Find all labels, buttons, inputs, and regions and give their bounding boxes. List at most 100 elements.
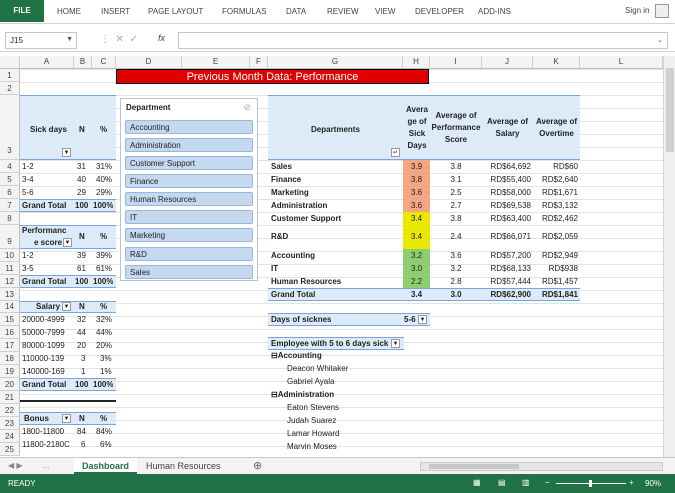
scroll-thumb[interactable] bbox=[666, 68, 674, 152]
row-header[interactable]: 6 bbox=[0, 186, 20, 199]
slicer-item-rnd[interactable]: R&D bbox=[125, 247, 253, 261]
row-header[interactable]: 14 bbox=[0, 301, 20, 313]
tab-formulas[interactable]: FORMULAS bbox=[222, 7, 266, 16]
select-all-corner[interactable] bbox=[0, 56, 20, 69]
col-header-c[interactable]: C bbox=[92, 56, 116, 69]
row-header[interactable]: 13 bbox=[0, 288, 20, 301]
slicer-item-sales[interactable]: Sales bbox=[125, 265, 253, 279]
tab-page-layout[interactable]: PAGE LAYOUT bbox=[148, 7, 203, 16]
filter-dropdown[interactable]: ▼ bbox=[62, 413, 71, 425]
zoom-slider-thumb[interactable] bbox=[589, 480, 592, 487]
row-header[interactable]: 11 bbox=[0, 262, 20, 275]
tab-insert[interactable]: INSERT bbox=[101, 7, 130, 16]
collapse-icon[interactable]: ⊟ bbox=[271, 390, 278, 399]
row-header[interactable]: 23 bbox=[0, 417, 20, 430]
tree-group-administration[interactable]: ⊟Administration bbox=[271, 389, 334, 401]
col-header-k[interactable]: K bbox=[533, 56, 580, 69]
add-sheet-icon[interactable]: ⊕ bbox=[253, 459, 262, 472]
collapse-icon[interactable]: ⊟ bbox=[271, 351, 278, 360]
name-box[interactable]: J15 ▼ bbox=[5, 32, 77, 49]
col-header-i[interactable]: I bbox=[430, 56, 482, 69]
row-header[interactable]: 12 bbox=[0, 275, 20, 288]
tab-human-resources[interactable]: Human Resources bbox=[138, 458, 229, 474]
col-header-h[interactable]: H bbox=[403, 56, 430, 69]
sheet-nav-icons[interactable]: ◀ ▶ bbox=[8, 461, 23, 470]
row-header[interactable]: 19 bbox=[0, 365, 20, 378]
row-header[interactable]: 9 bbox=[0, 225, 20, 249]
row-header[interactable]: 17 bbox=[0, 339, 20, 352]
row-header[interactable]: 24 bbox=[0, 430, 20, 443]
slicer-item-accounting[interactable]: Accounting bbox=[125, 120, 253, 134]
dept-row-overtime: RD$2,949 bbox=[541, 251, 578, 260]
slicer-item-human-resources[interactable]: Human Resources bbox=[125, 192, 253, 206]
department-slicer[interactable]: Department ⊘ Accounting Administration C… bbox=[120, 98, 258, 281]
col-header-g[interactable]: G bbox=[268, 56, 403, 69]
slicer-item-finance[interactable]: Finance bbox=[125, 174, 253, 188]
row-header[interactable]: 25 bbox=[0, 443, 20, 456]
tab-view[interactable]: VIEW bbox=[375, 7, 395, 16]
row-header[interactable]: 20 bbox=[0, 378, 20, 391]
slicer-item-it[interactable]: IT bbox=[125, 210, 253, 224]
filter-dropdown[interactable]: ▼ bbox=[62, 301, 71, 313]
horizontal-scrollbar[interactable] bbox=[420, 462, 663, 471]
col-header-d[interactable]: D bbox=[116, 56, 182, 69]
avg-salary-header: Average of bbox=[486, 117, 529, 126]
tab-dashboard[interactable]: Dashboard bbox=[74, 458, 138, 474]
row-header[interactable]: 21 bbox=[0, 391, 20, 404]
formula-input[interactable]: ⌄ bbox=[178, 32, 668, 49]
filter-dropdown[interactable]: ▼ bbox=[391, 338, 400, 350]
row-header[interactable]: 22 bbox=[0, 404, 20, 417]
row-header[interactable]: 1 bbox=[0, 69, 20, 82]
zoom-out-icon[interactable]: − bbox=[545, 478, 550, 487]
filter-dropdown[interactable]: ▼ bbox=[62, 147, 71, 159]
sick-row-pct: 31% bbox=[96, 162, 113, 171]
grand-total-perf: 3.0 bbox=[450, 290, 462, 299]
col-header-b[interactable]: B bbox=[74, 56, 92, 69]
tab-add-ins[interactable]: ADD-INS bbox=[478, 7, 511, 16]
zoom-level[interactable]: 90% bbox=[645, 479, 661, 488]
file-tab[interactable]: FILE bbox=[0, 0, 44, 22]
page-break-icon[interactable]: ▥ bbox=[522, 478, 530, 487]
tab-data[interactable]: DATA bbox=[286, 7, 306, 16]
dept-row-sick: 3.9 bbox=[410, 162, 423, 171]
filter-dropdown[interactable]: ▼ bbox=[418, 314, 427, 326]
tab-home[interactable]: HOME bbox=[57, 7, 81, 16]
row-header[interactable]: 4 bbox=[0, 160, 20, 173]
tab-review[interactable]: REVIEW bbox=[327, 7, 359, 16]
sick-row-n: 31 bbox=[77, 162, 86, 171]
tab-developer[interactable]: DEVELOPER bbox=[415, 7, 464, 16]
col-header-l[interactable]: L bbox=[580, 56, 663, 69]
zoom-in-icon[interactable]: + bbox=[629, 478, 634, 487]
row-header[interactable]: 18 bbox=[0, 352, 20, 365]
slicer-item-customer-support[interactable]: Customer Support bbox=[125, 156, 253, 170]
normal-view-icon[interactable]: ▦ bbox=[473, 478, 481, 487]
col-header-f[interactable]: F bbox=[250, 56, 268, 69]
sign-in-link[interactable]: Sign in bbox=[625, 6, 649, 15]
vertical-scrollbar[interactable] bbox=[663, 56, 675, 457]
avatar[interactable] bbox=[655, 4, 669, 18]
clear-filter-icon[interactable]: ⊘ bbox=[243, 102, 251, 113]
row-header[interactable]: 3 bbox=[0, 95, 20, 160]
slicer-item-administration[interactable]: Administration bbox=[125, 138, 253, 152]
row-header[interactable]: 7 bbox=[0, 199, 20, 212]
tree-group-accounting[interactable]: ⊟Accounting bbox=[271, 350, 322, 362]
col-header-e[interactable]: E bbox=[182, 56, 250, 69]
scroll-thumb[interactable] bbox=[429, 464, 519, 469]
page-layout-icon[interactable]: ▤ bbox=[498, 478, 506, 487]
filter-dropdown[interactable]: ▼ bbox=[63, 237, 72, 249]
row-header[interactable]: 16 bbox=[0, 326, 20, 339]
col-header-a[interactable]: A bbox=[20, 56, 74, 69]
row-header[interactable]: 10 bbox=[0, 249, 20, 262]
row-header[interactable]: 15 bbox=[0, 313, 20, 326]
col-header-j[interactable]: J bbox=[482, 56, 533, 69]
row-header[interactable]: 8 bbox=[0, 212, 20, 225]
function-icon[interactable]: fx bbox=[158, 33, 165, 43]
chevron-down-icon[interactable]: ⌄ bbox=[657, 36, 663, 44]
pct-col-header: % bbox=[100, 125, 108, 134]
chevron-down-icon[interactable]: ▼ bbox=[66, 36, 73, 43]
slicer-item-marketing[interactable]: Marketing bbox=[125, 228, 253, 242]
row-header[interactable]: 5 bbox=[0, 173, 20, 186]
row-header[interactable]: 2 bbox=[0, 82, 20, 95]
more-sheets-icon[interactable]: … bbox=[42, 461, 50, 470]
filter-dropdown[interactable]: ↵ bbox=[391, 147, 400, 159]
